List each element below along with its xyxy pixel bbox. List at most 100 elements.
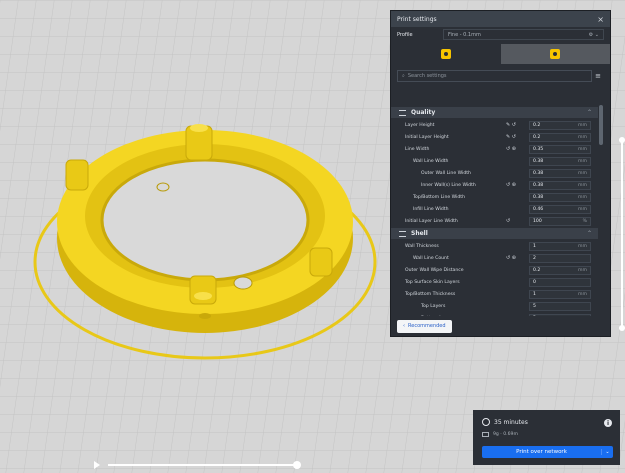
info-icon[interactable]: i — [604, 419, 612, 427]
reset-link-icon[interactable]: ✎ ↺ — [506, 122, 526, 128]
print-time-value: 35 minutes — [494, 418, 528, 426]
reset-link-icon[interactable]: ↺ ⊛ — [506, 182, 526, 188]
setting-value: 0.35 — [533, 146, 544, 152]
panel-title: Print settings — [397, 15, 437, 23]
setting-label: Outer Wall Line Width — [421, 170, 471, 176]
mode-tabs — [391, 44, 610, 64]
category-shell[interactable]: Shell ⌃ — [391, 228, 598, 239]
tab-recommended-mode[interactable] — [391, 44, 501, 64]
search-input[interactable]: ⌕ Search settings — [397, 70, 592, 82]
simulation-timeline[interactable] — [90, 458, 310, 472]
setting-value: 0.2 — [533, 134, 541, 140]
setting-value-field[interactable]: 1 mm — [529, 289, 591, 299]
setting-value: 2 — [533, 255, 536, 261]
reset-link-icon[interactable]: ↺ ⊛ — [506, 146, 526, 152]
setting-value: 1 — [533, 291, 536, 297]
recommended-label: Recommended — [408, 323, 446, 329]
recommended-mode-icon — [440, 49, 451, 59]
setting-label: Wall Line Width — [413, 158, 449, 164]
setting-row: Outer Wall Line Width 0.38 mm — [391, 167, 598, 179]
chevron-down-icon: ⚙ ⌄ — [588, 31, 599, 38]
quality-icon — [399, 109, 406, 116]
profile-dropdown[interactable]: Fine - 0.1mm ⚙ ⌄ — [443, 29, 604, 40]
setting-row: Top/Bottom Thickness 1 mm — [391, 288, 598, 300]
setting-row: Top Layers 5 — [391, 300, 598, 312]
setting-value-field[interactable]: 0.46 mm — [529, 204, 591, 214]
timeline-handle[interactable] — [293, 461, 301, 469]
search-row: ⌕ Search settings ≡ — [391, 67, 610, 85]
setting-row: Top Surface Skin Layers 0 — [391, 276, 598, 288]
setting-label: Top/Bottom Line Width — [413, 194, 465, 200]
play-icon[interactable] — [94, 461, 100, 469]
category-quality[interactable]: Quality ⌃ — [391, 107, 598, 118]
reset-link-icon[interactable]: ✎ ↺ — [506, 134, 526, 140]
setting-row: Wall Thickness 1 mm — [391, 240, 598, 252]
reset-link-icon[interactable]: ↺ ⊛ — [506, 255, 526, 261]
setting-value-field[interactable]: 0.2 mm — [529, 132, 591, 142]
category-label: Quality — [411, 109, 436, 116]
timeline-track[interactable] — [108, 464, 298, 466]
setting-value-field[interactable]: 0 — [529, 277, 591, 287]
chevron-up-icon: ⌃ — [586, 109, 592, 116]
setting-unit: mm — [578, 158, 587, 164]
layer-slider-bottom-handle[interactable] — [619, 325, 625, 331]
setting-label: Line Width — [405, 146, 430, 152]
setting-value-field[interactable]: 1 mm — [529, 241, 591, 251]
setting-value: 0.38 — [533, 170, 544, 176]
chevron-down-icon[interactable]: ⌄ — [601, 449, 613, 455]
setting-row: Outer Wall Wipe Distance 0.2 mm — [391, 264, 598, 276]
settings-list[interactable]: Quality ⌃ Layer Height ✎ ↺ 0.2 mm Initial La… — [391, 106, 598, 318]
setting-value-field[interactable]: 0.38 mm — [529, 180, 591, 190]
custom-mode-icon — [550, 49, 561, 59]
material-value: 9g · 0.69m — [493, 432, 518, 437]
setting-unit: mm — [578, 122, 587, 128]
profile-value: Fine - 0.1mm — [448, 31, 481, 38]
scrollbar-thumb[interactable] — [599, 105, 603, 145]
setting-value-field[interactable]: 0.38 mm — [529, 156, 591, 166]
setting-value-field[interactable]: 0.2 mm — [529, 265, 591, 275]
layer-slider-track — [621, 140, 623, 330]
chevron-left-icon: ‹ — [403, 323, 405, 329]
setting-value-field[interactable]: 0.38 mm — [529, 192, 591, 202]
setting-value: 0.38 — [533, 194, 544, 200]
setting-value-field[interactable]: 0.35 mm — [529, 144, 591, 154]
setting-label: Inner Wall(s) Line Width — [421, 182, 476, 188]
setting-value-field[interactable]: 2 — [529, 253, 591, 263]
setting-row: Wall Line Count ↺ ⊛ 2 — [391, 252, 598, 264]
search-placeholder: Search settings — [407, 73, 447, 79]
setting-value: 5 — [533, 303, 536, 309]
setting-label: Top Layers — [421, 303, 446, 309]
setting-value: 1 — [533, 243, 536, 249]
setting-label: Initial Layer Line Width — [405, 218, 458, 224]
reset-link-icon[interactable]: ↺ — [506, 218, 526, 224]
shell-icon — [399, 230, 406, 237]
recommended-button[interactable]: ‹ Recommended — [397, 319, 452, 333]
settings-scrollbar[interactable] — [599, 99, 603, 317]
setting-value: 0.38 — [533, 158, 544, 164]
setting-label: Infill Line Width — [413, 206, 449, 212]
settings-menu-icon[interactable]: ≡ — [592, 72, 604, 80]
setting-value-field[interactable]: 0.38 mm — [529, 168, 591, 178]
setting-unit: mm — [578, 194, 587, 200]
search-icon: ⌕ — [402, 73, 405, 79]
setting-label: Top Surface Skin Layers — [405, 279, 460, 285]
tab-custom-mode[interactable] — [500, 44, 610, 64]
layer-slider[interactable] — [619, 137, 625, 331]
profile-row: Profile Fine - 0.1mm ⚙ ⌄ — [391, 27, 610, 42]
setting-label: Initial Layer Height — [405, 134, 449, 140]
setting-unit: mm — [578, 182, 587, 188]
print-over-network-button[interactable]: Print over network ⌄ — [482, 446, 613, 458]
setting-value-field[interactable]: 5 — [529, 301, 591, 311]
close-icon[interactable]: × — [597, 15, 604, 24]
setting-value-field[interactable]: 0.2 mm — [529, 120, 591, 130]
layer-slider-top-handle[interactable] — [619, 137, 625, 143]
setting-value: 100 — [533, 218, 542, 224]
setting-value: 0.38 — [533, 182, 544, 188]
setting-value: 0.2 — [533, 122, 541, 128]
setting-unit: mm — [578, 170, 587, 176]
setting-row: Initial Layer Height ✎ ↺ 0.2 mm — [391, 131, 598, 143]
setting-label: Layer Height — [405, 122, 435, 128]
setting-label: Top/Bottom Thickness — [405, 291, 456, 297]
setting-value-field[interactable]: 100% — [529, 216, 591, 226]
material-usage: 9g · 0.69m — [482, 432, 518, 437]
